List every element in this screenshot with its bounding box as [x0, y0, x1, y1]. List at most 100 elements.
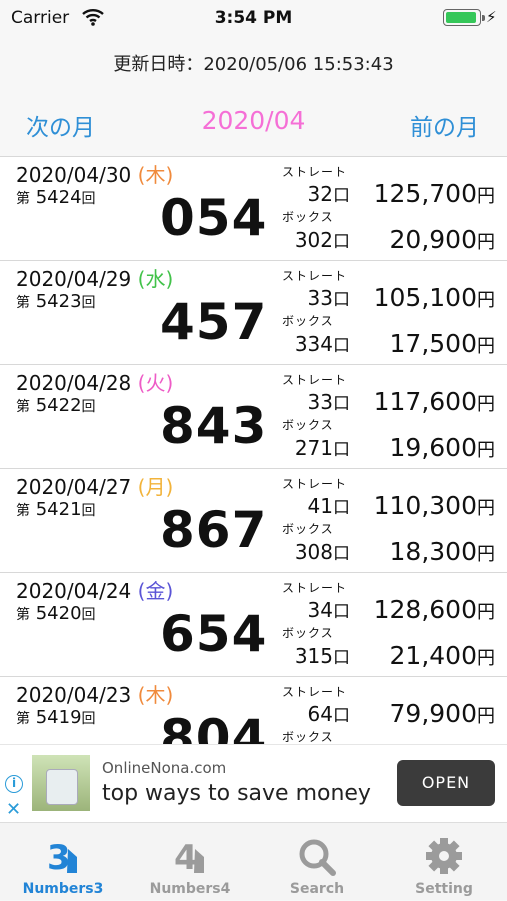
yen-unit: 円: [477, 186, 495, 207]
draw-number: 第 5421回: [16, 499, 96, 520]
yen-unit: 円: [477, 602, 495, 623]
info-icon[interactable]: i: [5, 775, 23, 793]
straight-count: 41口: [308, 493, 350, 518]
box-prize: 17,500円: [390, 329, 495, 358]
weekday: (金): [137, 579, 174, 603]
tab-setting[interactable]: Setting: [381, 823, 507, 901]
yen-unit: 円: [477, 232, 495, 253]
tab-label: Setting: [415, 881, 473, 897]
kuchi-unit: 口: [333, 544, 350, 564]
yen-unit: 円: [477, 706, 495, 727]
battery-icon: [443, 9, 485, 26]
draw-date: 2020/04/28 (火): [16, 367, 173, 396]
results-list[interactable]: 2020/04/30 (木) 第 5424回 054 ストレート 32口 125,700円…: [0, 156, 507, 744]
result-row[interactable]: 2020/04/24 (金) 第 5420回 654 ストレート 34口 128,600円…: [0, 572, 507, 676]
close-icon[interactable]: ✕: [6, 799, 21, 820]
draw-date: 2020/04/30 (木): [16, 159, 173, 188]
straight-count: 64口: [308, 701, 350, 726]
straight-count: 33口: [308, 389, 350, 414]
yen-unit: 円: [477, 648, 495, 669]
next-month-button[interactable]: 前の月: [410, 108, 479, 142]
result-row[interactable]: 2020/04/27 (月) 第 5421回 867 ストレート 41口 110,300円…: [0, 468, 507, 572]
clock: 3:54 PM: [214, 8, 293, 28]
kai-prefix: 第: [16, 191, 30, 207]
yen-unit: 円: [477, 290, 495, 311]
straight-prize-value: 105,100: [373, 283, 477, 312]
straight-count-value: 41: [307, 494, 333, 518]
draw-id: 5421: [35, 499, 82, 520]
box-count-value: 271: [294, 436, 333, 460]
kuchi-unit: 口: [333, 440, 350, 460]
box-label: ボックス: [282, 522, 334, 536]
box-prize: 21,400円: [390, 641, 495, 670]
box-prize: 20,900円: [390, 225, 495, 254]
result-row[interactable]: 2020/04/30 (木) 第 5424回 054 ストレート 32口 125,700円…: [0, 156, 507, 260]
box-prize: 18,300円: [390, 537, 495, 566]
winning-number: 843: [160, 397, 268, 455]
box-count-value: 334: [294, 332, 333, 356]
result-row[interactable]: 2020/04/28 (火) 第 5422回 843 ストレート 33口 117,600円…: [0, 364, 507, 468]
winning-number: 804: [160, 709, 268, 744]
winning-number: 867: [160, 501, 268, 559]
box-count: 334口: [295, 331, 350, 356]
weekday: (水): [137, 267, 174, 291]
straight-count: 32口: [308, 181, 350, 206]
box-prize-value: 19,600: [389, 433, 477, 462]
date-text: 2020/04/29: [16, 267, 132, 291]
kuchi-unit: 口: [333, 336, 350, 356]
straight-count-value: 34: [307, 598, 333, 622]
yen-unit: 円: [477, 544, 495, 565]
box-prize-value: 20,900: [389, 225, 477, 254]
box-prize: 19,600円: [390, 433, 495, 462]
straight-prize-value: 128,600: [373, 595, 477, 624]
winning-number: 654: [160, 605, 268, 663]
box-prize-value: 21,400: [389, 641, 477, 670]
winning-number: 457: [160, 293, 268, 351]
kai-suffix: 回: [81, 191, 96, 207]
kuchi-unit: 口: [333, 498, 350, 518]
straight-prize: 128,600円: [374, 595, 495, 624]
search-icon: [299, 839, 336, 876]
result-row[interactable]: 2020/04/29 (水) 第 5423回 457 ストレート 33口 105,100円…: [0, 260, 507, 364]
draw-date: 2020/04/29 (水): [16, 263, 173, 292]
draw-date: 2020/04/24 (金): [16, 575, 173, 604]
box-count: 308口: [295, 539, 350, 564]
charging-icon: ⚡: [486, 8, 497, 26]
date-text: 2020/04/24: [16, 579, 132, 603]
yen-unit: 円: [477, 440, 495, 461]
kai-suffix: 回: [81, 503, 96, 519]
ad-banner[interactable]: i ✕ OnlineNona.com top ways to save mone…: [0, 744, 507, 822]
draw-number: 第 5419回: [16, 707, 96, 728]
draw-number: 第 5422回: [16, 395, 96, 416]
result-row[interactable]: 2020/04/23 (木) 第 5419回 804 ストレート 64口 79,900円ボ…: [0, 676, 507, 744]
tab-search[interactable]: Search: [254, 823, 380, 901]
yen-unit: 円: [477, 498, 495, 519]
tab-label: Numbers3: [22, 881, 104, 897]
tab-numbers4[interactable]: 4 Numbers4: [127, 823, 253, 901]
draw-id: 5420: [35, 603, 82, 624]
kai-prefix: 第: [16, 711, 30, 727]
ad-headline[interactable]: top ways to save money: [102, 781, 371, 806]
numbers4-icon: 4: [174, 838, 204, 878]
box-label: ボックス: [282, 730, 334, 744]
draw-id: 5422: [35, 395, 82, 416]
yen-unit: 円: [477, 336, 495, 357]
straight-prize-value: 110,300: [373, 491, 477, 520]
kuchi-unit: 口: [333, 706, 350, 726]
straight-label: ストレート: [282, 477, 348, 491]
kuchi-unit: 口: [333, 232, 350, 252]
kai-suffix: 回: [81, 711, 96, 727]
box-label: ボックス: [282, 626, 334, 640]
box-count: 302口: [295, 227, 350, 252]
box-label: ボックス: [282, 210, 334, 224]
box-prize-value: 17,500: [389, 329, 477, 358]
date-text: 2020/04/30: [16, 163, 132, 187]
date-text: 2020/04/23: [16, 683, 132, 707]
ad-open-button[interactable]: OPEN: [397, 760, 495, 806]
straight-count-value: 64: [307, 702, 333, 726]
kuchi-unit: 口: [333, 290, 350, 310]
kai-prefix: 第: [16, 503, 30, 519]
tab-numbers3[interactable]: 3 Numbers3: [0, 823, 126, 901]
box-label: ボックス: [282, 418, 334, 432]
kai-prefix: 第: [16, 607, 30, 623]
